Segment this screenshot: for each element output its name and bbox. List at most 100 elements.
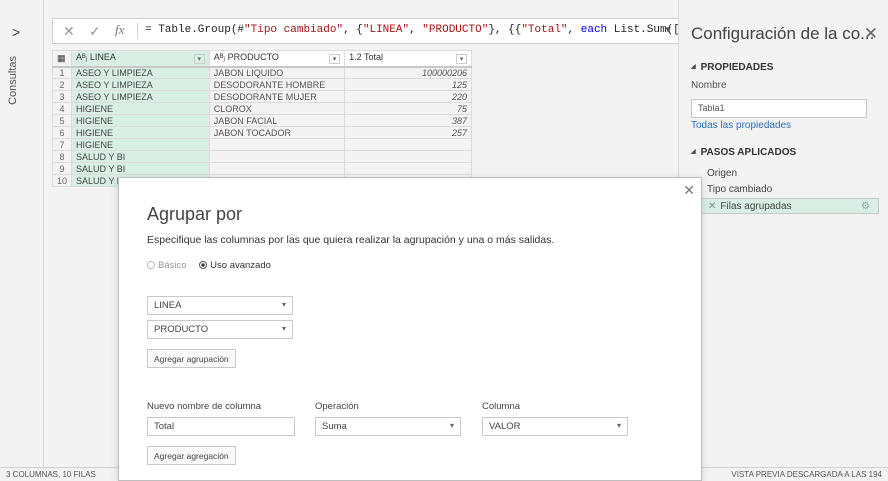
- power-query-editor: > Consultas ✕ ✓ fx = Table.Group(#"Tipo …: [0, 0, 888, 481]
- radio-advanced-icon[interactable]: [199, 261, 208, 269]
- dialog-title: Agrupar por: [147, 204, 243, 224]
- cell-producto[interactable]: JABON TOCADOR: [208, 126, 346, 139]
- table-row[interactable]: 2 ASEO Y LIMPIEZA DESODORANTE HOMBRE 125: [51, 78, 472, 91]
- cell-total[interactable]: 220: [344, 90, 472, 103]
- row-number[interactable]: 2: [51, 78, 73, 91]
- expand-formula-icon[interactable]: ▾: [665, 23, 671, 36]
- cell-linea[interactable]: HIGIENE: [71, 102, 210, 115]
- cell-producto[interactable]: DESODORANTE MUJER: [208, 90, 346, 103]
- row-number[interactable]: 8: [51, 150, 73, 163]
- row-number[interactable]: 7: [51, 138, 73, 151]
- name-field[interactable]: Tabla1: [691, 99, 867, 118]
- queries-rail: > Consultas: [0, 0, 44, 467]
- cell-total[interactable]: 75: [344, 102, 472, 115]
- dialog-description: Especifique las columnas por las que qui…: [147, 234, 555, 246]
- cell-linea[interactable]: SALUD Y BI: [71, 162, 210, 175]
- column-header-producto[interactable]: Aᴮⱼ PRODUCTO ▾: [208, 50, 346, 68]
- cell-total[interactable]: 387: [344, 114, 472, 127]
- cell-producto[interactable]: [208, 138, 346, 151]
- close-dialog-icon[interactable]: ✕: [683, 182, 695, 199]
- step-filas-agrupadas[interactable]: ✕ Filas agrupadas ⚙: [701, 198, 879, 214]
- mode-radio-group: Básico Uso avanzado: [147, 260, 271, 271]
- cell-producto[interactable]: [208, 162, 346, 175]
- column-select[interactable]: VALOR ▾: [482, 417, 628, 436]
- cell-total[interactable]: [344, 150, 472, 163]
- close-panel-icon[interactable]: ✕: [864, 24, 878, 44]
- row-number[interactable]: 3: [51, 90, 73, 103]
- row-number[interactable]: 10: [51, 174, 73, 187]
- formula-string: "Tipo cambiado": [244, 24, 344, 36]
- all-properties-link[interactable]: Todas las propiedades: [691, 120, 791, 131]
- text-type-icon: Aᴮⱼ: [213, 52, 226, 63]
- table-row[interactable]: 5 HIGIENE JABON FACIAL 387: [51, 114, 472, 127]
- cell-linea[interactable]: ASEO Y LIMPIEZA: [71, 66, 210, 79]
- row-number[interactable]: 4: [51, 102, 73, 115]
- operation-select[interactable]: Suma ▾: [315, 417, 461, 436]
- confirm-formula-icon[interactable]: ✓: [89, 23, 101, 40]
- cancel-formula-icon[interactable]: ✕: [63, 23, 75, 40]
- table-row[interactable]: 3 ASEO Y LIMPIEZA DESODORANTE MUJER 220: [51, 90, 472, 103]
- cell-producto[interactable]: DESODORANTE HOMBRE: [208, 78, 346, 91]
- add-aggregation-button[interactable]: Agregar agregación: [147, 446, 236, 465]
- cell-total[interactable]: [344, 162, 472, 175]
- operation-label: Operación: [315, 401, 359, 412]
- row-number[interactable]: 9: [51, 162, 73, 175]
- table-row[interactable]: 4 HIGIENE CLOROX 75: [51, 102, 472, 115]
- fx-icon: fx: [115, 22, 125, 37]
- table-menu-icon[interactable]: ▦: [51, 50, 73, 68]
- row-number[interactable]: 6: [51, 126, 73, 139]
- filter-dropdown-icon[interactable]: ▾: [193, 54, 205, 65]
- cell-producto[interactable]: JABON LIQUIDO: [208, 66, 346, 79]
- chevron-down-icon: ▾: [281, 324, 286, 333]
- filter-dropdown-icon[interactable]: ▾: [456, 54, 467, 65]
- group-field-select-2[interactable]: PRODUCTO ▾: [147, 320, 293, 339]
- formula-string: "Total": [521, 24, 568, 36]
- cell-total[interactable]: 100000206: [344, 66, 472, 79]
- table-row[interactable]: 9 SALUD Y BI: [51, 162, 472, 175]
- cell-linea[interactable]: ASEO Y LIMPIEZA: [71, 90, 210, 103]
- expand-queries-icon[interactable]: >: [12, 24, 20, 40]
- cell-total[interactable]: 257: [344, 126, 472, 139]
- column-label: Columna: [482, 401, 521, 412]
- delete-step-icon[interactable]: ✕: [708, 201, 716, 212]
- grid-body: 1 ASEO Y LIMPIEZA JABON LIQUIDO 100000206 2 A…: [51, 66, 472, 187]
- queries-label[interactable]: Consultas: [7, 56, 19, 105]
- group-field-select-1[interactable]: LINEA ▾: [147, 296, 293, 315]
- status-right: VISTA PREVIA DESCARGADA A LAS 194: [731, 470, 882, 479]
- add-grouping-button[interactable]: Agregar agrupación: [147, 349, 236, 368]
- row-number[interactable]: 5: [51, 114, 73, 127]
- filter-dropdown-icon[interactable]: ▾: [329, 54, 341, 65]
- chevron-down-icon: ▾: [281, 300, 286, 309]
- cell-producto[interactable]: JABON FACIAL: [208, 114, 346, 127]
- group-by-dialog: ✕ Agrupar por Especifique las columnas p…: [118, 177, 702, 481]
- cell-linea[interactable]: HIGIENE: [71, 114, 210, 127]
- properties-header[interactable]: PROPIEDADES: [691, 62, 774, 73]
- new-column-name-field[interactable]: Total: [147, 417, 295, 436]
- table-row[interactable]: 7 HIGIENE: [51, 138, 472, 151]
- cell-producto[interactable]: CLOROX: [208, 102, 346, 115]
- radio-basic[interactable]: Básico: [147, 260, 187, 271]
- gear-icon[interactable]: ⚙: [861, 201, 870, 212]
- query-settings-panel: Configuración de la co... ✕ PROPIEDADES …: [678, 0, 888, 467]
- cell-linea[interactable]: HIGIENE: [71, 138, 210, 151]
- group-field-value: PRODUCTO: [154, 324, 209, 335]
- cell-total[interactable]: [344, 138, 472, 151]
- column-header-total[interactable]: 1.2 Total ▾: [344, 50, 472, 68]
- row-number[interactable]: 1: [51, 66, 73, 79]
- formula-text: ,: [567, 24, 581, 36]
- column-header-linea[interactable]: Aᴮⱼ LINEA ▾: [71, 50, 210, 68]
- cell-linea[interactable]: SALUD Y BI: [71, 150, 210, 163]
- table-row[interactable]: 1 ASEO Y LIMPIEZA JABON LIQUIDO 100000206: [51, 66, 472, 79]
- cell-total[interactable]: 125: [344, 78, 472, 91]
- applied-steps-header[interactable]: PASOS APLICADOS: [691, 147, 797, 158]
- table-row[interactable]: 8 SALUD Y BI: [51, 150, 472, 163]
- radio-basic-icon[interactable]: [147, 261, 155, 269]
- step-tipo-cambiado[interactable]: Tipo cambiado: [701, 182, 879, 198]
- table-row[interactable]: 6 HIGIENE JABON TOCADOR 257: [51, 126, 472, 139]
- step-origen[interactable]: Origen: [701, 166, 879, 182]
- cell-linea[interactable]: ASEO Y LIMPIEZA: [71, 78, 210, 91]
- formula-input[interactable]: = Table.Group(#"Tipo cambiado", {"LINEA"…: [145, 24, 733, 36]
- cell-linea[interactable]: HIGIENE: [71, 126, 210, 139]
- cell-producto[interactable]: [208, 150, 346, 163]
- radio-advanced[interactable]: Uso avanzado: [199, 260, 271, 271]
